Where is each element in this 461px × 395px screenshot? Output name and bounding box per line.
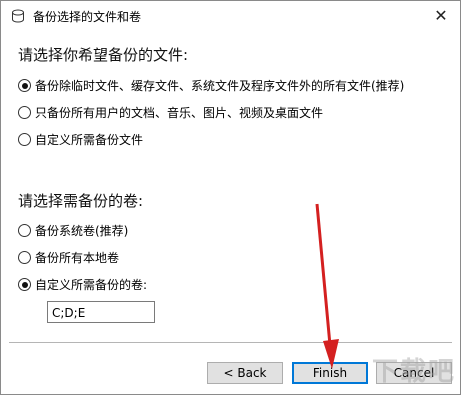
radio-button[interactable] <box>18 251 31 264</box>
radio-label: 只备份所有用户的文档、音乐、图片、视频及桌面文件 <box>35 106 324 120</box>
radio-button[interactable] <box>18 133 31 146</box>
close-button[interactable]: ✕ <box>428 5 454 27</box>
radio-label: 自定义所需备份文件 <box>35 133 144 147</box>
custom-volumes-input[interactable]: C;D;E <box>47 301 155 323</box>
radio-label: 备份除临时文件、缓存文件、系统文件及程序文件外的所有文件(推荐) <box>35 79 405 93</box>
radio-label: 备份所有本地卷 <box>35 251 120 265</box>
radio-button-checked[interactable] <box>18 79 31 92</box>
radio-button[interactable] <box>18 224 31 237</box>
radio-files-user-docs[interactable]: 只备份所有用户的文档、音乐、图片、视频及桌面文件 <box>18 104 323 121</box>
footer-divider <box>9 342 452 343</box>
volumes-heading: 请选择需备份的卷: <box>18 192 144 210</box>
disk-icon <box>12 9 24 23</box>
files-heading: 请选择你希望备份的文件: <box>18 46 189 64</box>
title-bar: 备份选择的文件和卷 ✕ <box>1 1 460 31</box>
backup-dialog: 备份选择的文件和卷 ✕ 请选择你希望备份的文件: 备份除临时文件、缓存文件、系统… <box>0 0 461 395</box>
radio-volumes-all-local[interactable]: 备份所有本地卷 <box>18 249 119 266</box>
finish-button[interactable]: Finish <box>292 362 368 384</box>
window-title: 备份选择的文件和卷 <box>33 10 142 24</box>
radio-files-recommended[interactable]: 备份除临时文件、缓存文件、系统文件及程序文件外的所有文件(推荐) <box>18 77 404 94</box>
back-button[interactable]: < Back <box>207 362 283 384</box>
radio-label: 自定义所需备份的卷: <box>35 278 148 292</box>
radio-button-checked[interactable] <box>18 278 31 291</box>
radio-volumes-system[interactable]: 备份系统卷(推荐) <box>18 222 128 239</box>
watermark: 下载吧 <box>371 357 456 387</box>
radio-label: 备份系统卷(推荐) <box>35 224 129 238</box>
radio-button[interactable] <box>18 106 31 119</box>
radio-files-custom[interactable]: 自定义所需备份文件 <box>18 131 143 148</box>
dialog-content: 请选择你希望备份的文件: 备份除临时文件、缓存文件、系统文件及程序文件外的所有文… <box>1 31 460 341</box>
radio-volumes-custom[interactable]: 自定义所需备份的卷: <box>18 276 147 293</box>
